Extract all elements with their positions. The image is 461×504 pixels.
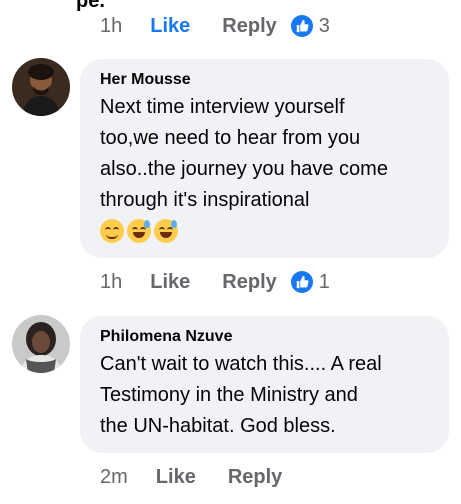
comment-text: Can't wait to watch this.... A real Test… — [100, 349, 433, 442]
avatar[interactable] — [12, 58, 70, 116]
reply-button[interactable]: Reply — [222, 271, 276, 294]
comment-bubble: Her Mousse Next time interview yourself … — [80, 59, 449, 258]
comment-actions: 1h Like Reply 1 — [100, 267, 330, 297]
comment-author[interactable]: Her Mousse — [100, 71, 191, 89]
comment-text-line: Next time interview yourself — [100, 96, 345, 118]
comment-timestamp[interactable]: 1h — [100, 271, 122, 294]
emoji-row — [100, 219, 178, 243]
thumbs-up-icon — [290, 271, 313, 293]
comment-text-line: Testimony in the Ministry and — [100, 384, 358, 406]
comment-bubble: Philomena Nzuve Can't wait to watch this… — [80, 316, 449, 453]
like-button[interactable]: Like — [150, 271, 190, 294]
thumbs-up-icon — [290, 15, 313, 37]
comment-timestamp[interactable]: 2m — [100, 466, 128, 489]
reaction-count: 3 — [318, 14, 330, 37]
relieved-face-emoji — [100, 219, 124, 243]
grinning-sweat-emoji — [127, 219, 151, 243]
comment-actions: 2m Like Reply — [100, 462, 282, 492]
comment-text-line: also..the journey you have come — [100, 158, 388, 180]
comment-author[interactable]: Philomena Nzuve — [100, 328, 232, 346]
like-button[interactable]: Like — [150, 15, 190, 38]
avatar[interactable] — [12, 315, 70, 373]
reply-button[interactable]: Reply — [228, 466, 282, 489]
reaction-summary[interactable]: 3 — [290, 14, 330, 38]
reaction-summary[interactable]: 1 — [290, 270, 330, 294]
grinning-sweat-emoji — [154, 219, 178, 243]
reaction-count: 1 — [318, 270, 330, 293]
reply-button[interactable]: Reply — [222, 15, 276, 38]
comment-text: Next time interview yourself too,we need… — [100, 92, 433, 216]
comment-text-line: through it's inspirational — [100, 189, 310, 211]
like-button[interactable]: Like — [156, 466, 196, 489]
comment-text-line: too,we need to hear from you — [100, 127, 361, 149]
comment-actions: 1h Like Reply 3 — [100, 11, 330, 41]
comment-text-line: Can't wait to watch this.... A real — [100, 353, 382, 375]
comment-text-line: the UN-habitat. God bless. — [100, 415, 336, 437]
comment-timestamp[interactable]: 1h — [100, 15, 122, 38]
